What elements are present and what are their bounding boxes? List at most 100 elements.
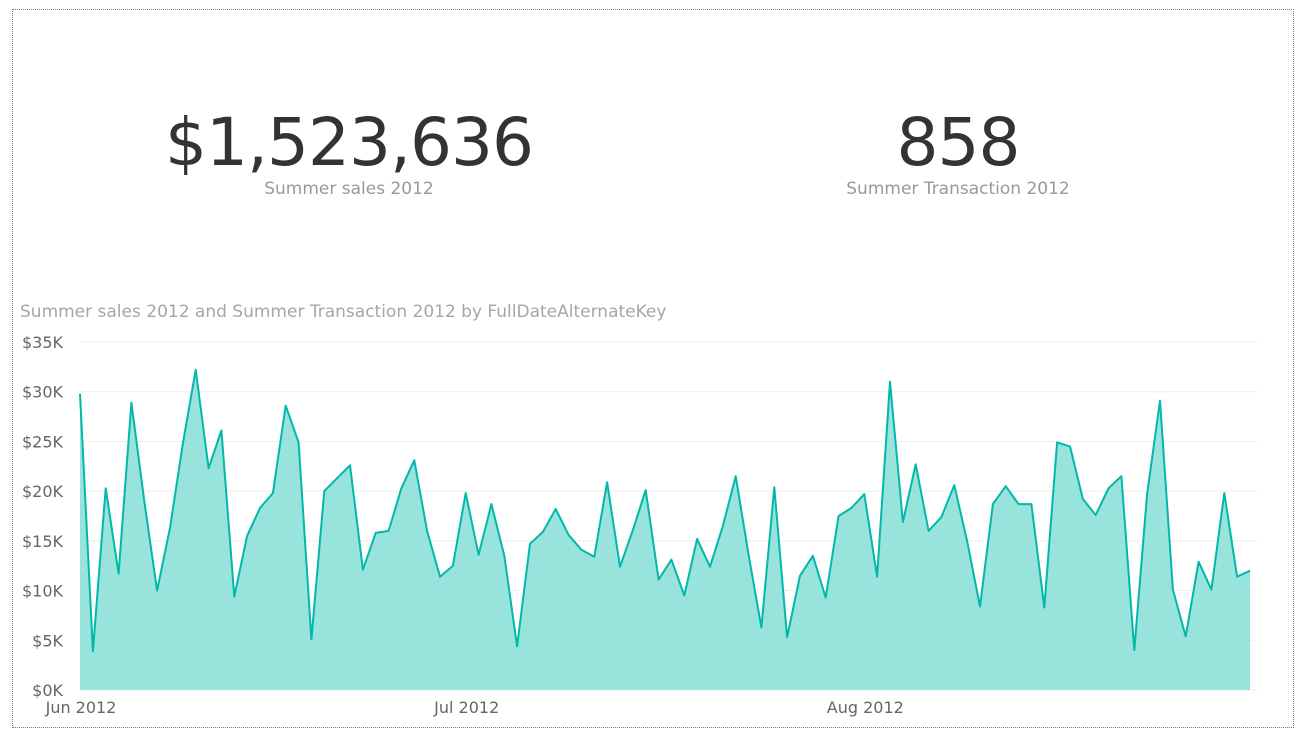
data-point: [860, 490, 868, 498]
data-point: [912, 460, 920, 468]
data-point: [1079, 495, 1087, 503]
data-point: [205, 464, 213, 472]
data-point: [359, 566, 367, 574]
data-point: [140, 497, 148, 505]
data-point: [577, 546, 585, 554]
data-point: [513, 642, 521, 650]
y-tick-label: $15K: [22, 532, 64, 551]
data-point: [616, 563, 624, 571]
data-point: [1220, 489, 1228, 497]
data-point: [76, 390, 84, 398]
data-point: [1246, 567, 1254, 575]
data-point: [757, 623, 765, 631]
data-point: [372, 529, 380, 537]
data-point: [1027, 500, 1035, 508]
data-point: [886, 378, 894, 386]
data-point: [526, 540, 534, 548]
data-point: [397, 484, 405, 492]
y-tick-label: $5K: [32, 631, 63, 650]
data-point: [539, 528, 547, 536]
data-point: [976, 603, 984, 611]
data-point: [410, 456, 418, 464]
data-point: [346, 461, 354, 469]
data-point: [1169, 586, 1177, 594]
data-point: [590, 553, 598, 561]
data-point: [256, 504, 264, 512]
data-point: [436, 573, 444, 581]
data-point: [1117, 472, 1125, 480]
data-point: [796, 572, 804, 580]
data-point: [243, 532, 251, 540]
data-point: [385, 527, 393, 535]
data-point: [166, 524, 174, 532]
data-point: [552, 505, 560, 513]
data-point: [642, 486, 650, 494]
data-point: [1130, 646, 1138, 654]
data-point: [950, 481, 958, 489]
data-point: [693, 535, 701, 543]
data-point: [320, 487, 328, 495]
data-point: [809, 552, 817, 560]
data-point: [629, 526, 637, 534]
y-tick-label: $30K: [22, 383, 64, 402]
y-tick-label: $25K: [22, 432, 64, 451]
data-point: [706, 563, 714, 571]
data-point: [565, 531, 573, 539]
data-point: [449, 562, 457, 570]
data-point: [217, 427, 225, 435]
data-point: [1066, 442, 1074, 450]
data-point: [295, 438, 303, 446]
data-point: [783, 633, 791, 641]
data-point: [1040, 604, 1048, 612]
data-point: [102, 484, 110, 492]
data-point: [500, 552, 508, 560]
y-tick-label: $35K: [22, 333, 64, 352]
data-point: [925, 527, 933, 535]
data-point: [89, 647, 97, 655]
x-tick-label: Aug 2012: [827, 698, 904, 717]
data-point: [423, 527, 431, 535]
data-point: [153, 587, 161, 595]
data-point: [1207, 586, 1215, 594]
data-point: [655, 576, 663, 584]
data-point: [127, 399, 135, 407]
data-point: [989, 500, 997, 508]
data-point: [307, 635, 315, 643]
data-point: [719, 522, 727, 530]
data-point: [847, 504, 855, 512]
data-point: [1053, 438, 1061, 446]
data-point: [282, 402, 290, 410]
x-tick-label: Jun 2012: [45, 698, 117, 717]
data-point: [1182, 632, 1190, 640]
data-point: [745, 551, 753, 559]
data-point: [603, 478, 611, 486]
y-tick-label: $10K: [22, 582, 64, 601]
data-point: [1143, 490, 1151, 498]
data-point: [487, 500, 495, 508]
data-point: [1195, 558, 1203, 566]
data-point: [192, 366, 200, 374]
data-point: [835, 512, 843, 520]
data-point: [873, 573, 881, 581]
data-point: [115, 570, 123, 578]
data-point: [179, 439, 187, 447]
data-point: [475, 551, 483, 559]
data-point: [1092, 511, 1100, 519]
data-point: [1105, 484, 1113, 492]
data-point: [770, 483, 778, 491]
data-point: [680, 592, 688, 600]
x-tick-label: Jul 2012: [433, 698, 499, 717]
data-point: [1156, 397, 1164, 405]
data-point: [822, 594, 830, 602]
data-point: [333, 474, 341, 482]
data-point: [963, 537, 971, 545]
data-point: [230, 593, 238, 601]
data-point: [1002, 482, 1010, 490]
data-point: [667, 556, 675, 564]
y-tick-label: $20K: [22, 482, 64, 501]
data-point: [1233, 573, 1241, 581]
area-chart[interactable]: $0K$5K$10K$15K$20K$25K$30K$35KJun 2012 Ju…: [0, 0, 1312, 742]
data-point: [462, 489, 470, 497]
data-point: [1015, 500, 1023, 508]
data-point: [269, 489, 277, 497]
